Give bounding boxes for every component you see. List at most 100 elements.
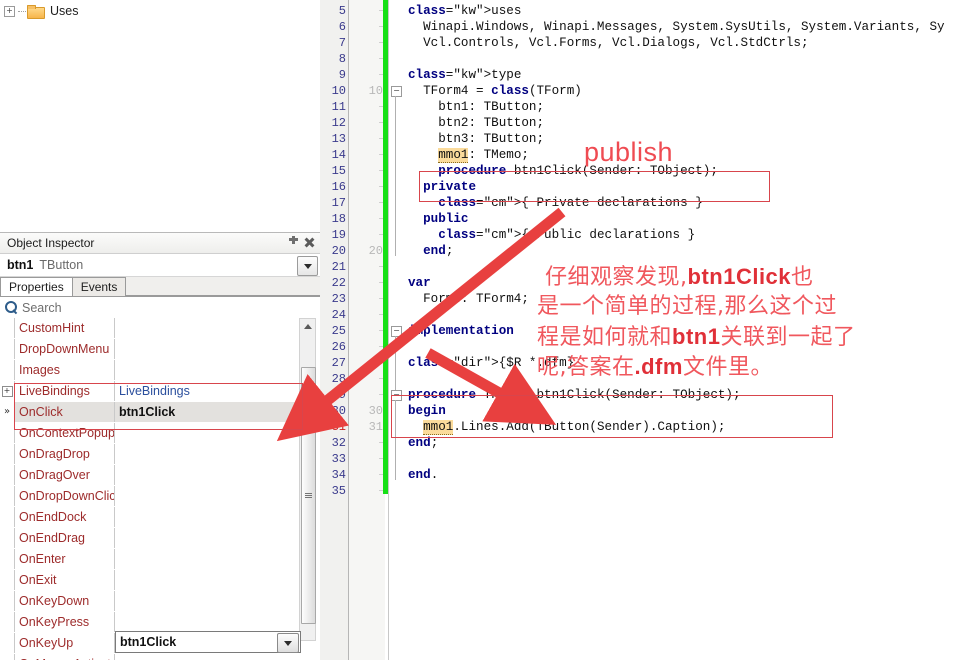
property-value[interactable] — [115, 486, 300, 506]
line-number: 22 — [331, 276, 346, 290]
property-value[interactable] — [115, 444, 300, 464]
code-line[interactable]: var — [408, 275, 431, 291]
code-line[interactable]: btn2: TButton; — [408, 115, 544, 131]
code-line[interactable]: end; — [408, 435, 438, 451]
plus-icon[interactable]: + — [1, 385, 13, 397]
object-inspector-panel: Object Inspector btn1 TButton Properties… — [0, 232, 320, 660]
code-line[interactable]: begin — [408, 403, 446, 419]
property-row[interactable]: OnEndDrag — [0, 528, 300, 549]
property-row[interactable]: OnContextPopup — [0, 423, 300, 444]
close-icon[interactable] — [304, 237, 315, 248]
fold-toggle-icon[interactable]: − — [391, 390, 402, 401]
property-value[interactable] — [115, 654, 300, 660]
property-row[interactable]: OnEnter — [0, 549, 300, 570]
property-name: OnEnter — [15, 549, 115, 569]
property-row[interactable]: OnDragDrop — [0, 444, 300, 465]
property-value[interactable] — [115, 465, 300, 485]
property-name: OnMouseActivate — [15, 654, 115, 660]
property-value[interactable]: btn1Click — [115, 402, 300, 422]
property-row[interactable]: OnKeyDown — [0, 591, 300, 612]
property-row[interactable]: + LiveBindings LiveBindings — [0, 381, 300, 402]
code-line[interactable]: class="kw">type — [408, 67, 521, 83]
property-row[interactable]: OnDropDownClick — [0, 486, 300, 507]
property-row[interactable]: OnDragOver — [0, 465, 300, 486]
code-line[interactable]: private — [408, 179, 476, 195]
line-marker — [349, 483, 383, 499]
property-value[interactable] — [115, 423, 300, 443]
property-row[interactable]: OnEndDock — [0, 507, 300, 528]
property-row[interactable]: » OnClick btn1Click — [0, 402, 300, 423]
property-value[interactable] — [115, 318, 300, 338]
line-number: 17 — [331, 196, 346, 210]
code-line[interactable]: btn1: TButton; — [408, 99, 544, 115]
tab-events[interactable]: Events — [71, 277, 127, 296]
row-gutter — [0, 486, 15, 506]
code-line[interactable]: mmo1.Lines.Add(TButton(Sender).Caption); — [408, 419, 725, 435]
fold-toggle-icon[interactable]: − — [391, 326, 402, 337]
property-row[interactable]: Images — [0, 360, 300, 381]
scroll-up-arrow-icon[interactable] — [300, 319, 315, 333]
property-row[interactable]: DropDownMenu — [0, 339, 300, 360]
property-value[interactable] — [115, 591, 300, 611]
code-line[interactable]: end. — [408, 467, 438, 483]
fold-toggle-icon[interactable]: − — [391, 86, 402, 97]
code-line[interactable]: mmo1: TMemo; — [408, 147, 529, 163]
code-line[interactable]: public — [408, 211, 468, 227]
line-number: 35 — [331, 484, 346, 498]
line-number: 26 — [331, 340, 346, 354]
pin-icon[interactable] — [289, 236, 298, 248]
tab-properties[interactable]: Properties — [0, 277, 73, 296]
code-line[interactable]: procedure TForm4.btn1Click(Sender: TObje… — [408, 387, 741, 403]
property-value[interactable] — [115, 339, 300, 359]
property-name: DropDownMenu — [15, 339, 115, 359]
code-line[interactable]: Form4: TForm4; — [408, 291, 529, 307]
code-line[interactable]: class="dir">{$R *.dfm} — [408, 355, 574, 371]
property-value[interactable]: LiveBindings — [115, 381, 300, 401]
code-line[interactable]: procedure btn1Click(Sender: TObject); — [408, 163, 718, 179]
code-line[interactable]: class="cm">{ Public declarations } — [408, 227, 695, 243]
code-line[interactable]: class="cm">{ Private declarations } — [408, 195, 703, 211]
property-row[interactable]: CustomHint — [0, 318, 300, 339]
line-number: 31 — [331, 420, 346, 434]
property-row[interactable]: OnKeyPress — [0, 612, 300, 633]
onclick-value-dropdown-button[interactable] — [277, 633, 299, 653]
code-text-area[interactable]: class="kw">uses Winapi.Windows, Winapi.M… — [402, 0, 963, 660]
property-value[interactable] — [115, 360, 300, 380]
code-line[interactable]: TForm4 = class(TForm) — [408, 83, 582, 99]
expand-plus-icon[interactable]: + — [0, 381, 15, 401]
scrollbar-thumb[interactable] — [301, 367, 316, 624]
property-value[interactable] — [115, 528, 300, 548]
code-line[interactable]: end; — [408, 243, 453, 259]
line-number: 5 — [338, 4, 346, 18]
line-number: 25 — [331, 324, 346, 338]
property-search-field[interactable]: Search — [0, 297, 320, 319]
fold-region-line — [395, 96, 396, 256]
tree-item-uses[interactable]: + Uses — [4, 2, 78, 20]
property-name: LiveBindings — [15, 381, 115, 401]
code-line[interactable]: implementation — [408, 323, 514, 339]
property-name: OnDragDrop — [15, 444, 115, 464]
object-selector[interactable]: btn1 TButton — [0, 254, 320, 277]
event-link-icon[interactable]: » — [0, 402, 15, 422]
code-editor[interactable]: − − − class="kw">uses Winapi.Windows, Wina… — [320, 0, 963, 660]
property-grid-scrollbar[interactable] — [299, 318, 316, 641]
tree-item-label: Uses — [50, 4, 79, 18]
code-line[interactable]: Vcl.Controls, Vcl.Forms, Vcl.Dialogs, Vc… — [408, 35, 808, 51]
code-line[interactable]: class="kw">uses — [408, 3, 521, 19]
object-selector-dropdown-button[interactable] — [297, 256, 318, 276]
property-row[interactable]: OnMouseActivate — [0, 654, 300, 660]
property-value[interactable] — [115, 507, 300, 527]
property-value[interactable] — [115, 549, 300, 569]
code-line[interactable]: Winapi.Windows, Winapi.Messages, System.… — [408, 19, 944, 35]
line-marker — [349, 467, 383, 483]
property-name: OnExit — [15, 570, 115, 590]
code-folding-gutter[interactable]: − − − — [388, 0, 403, 660]
property-row[interactable]: OnExit — [0, 570, 300, 591]
onclick-value-editor[interactable]: btn1Click — [115, 631, 301, 653]
tree-expand-icon[interactable]: + — [4, 5, 15, 17]
property-value[interactable] — [115, 570, 300, 590]
row-gutter — [0, 528, 15, 548]
line-marker — [349, 275, 383, 291]
code-line[interactable]: btn3: TButton; — [408, 131, 544, 147]
property-value[interactable] — [115, 612, 300, 632]
